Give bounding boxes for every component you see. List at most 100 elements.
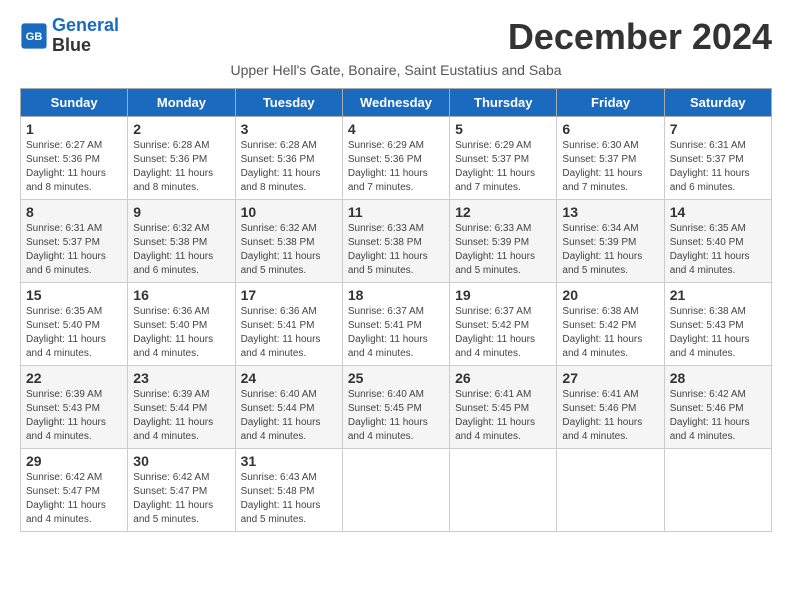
calendar-cell: 4Sunrise: 6:29 AMSunset: 5:36 PMDaylight… — [342, 117, 449, 200]
day-number: 14 — [670, 204, 766, 220]
calendar-cell: 8 Sunrise: 6:31 AMSunset: 5:37 PMDaylight… — [21, 200, 128, 283]
logo-line1: General — [52, 15, 119, 35]
calendar-cell — [557, 449, 664, 532]
calendar-cell — [342, 449, 449, 532]
day-info: Sunrise: 6:29 AMSunset: 5:36 PMDaylight:… — [348, 139, 444, 195]
day-info: Sunrise: 6:40 AMSunset: 5:44 PMDaylight:… — [241, 388, 337, 444]
calendar-cell: 11 Sunrise: 6:33 AMSunset: 5:38 PMDayligh… — [342, 200, 449, 283]
day-number: 9 — [133, 204, 229, 220]
calendar-cell: 26 Sunrise: 6:41 AMSunset: 5:45 PMDayligh… — [450, 366, 557, 449]
day-info: Sunrise: 6:43 AMSunset: 5:48 PMDaylight:… — [241, 471, 337, 527]
weekday-header-thursday: Thursday — [450, 89, 557, 117]
day-number: 10 — [241, 204, 337, 220]
calendar-cell: 15Sunrise: 6:35 AMSunset: 5:40 PMDayligh… — [21, 283, 128, 366]
calendar-cell: 16 Sunrise: 6:36 AMSunset: 5:40 PMDayligh… — [128, 283, 235, 366]
day-number: 20 — [562, 287, 658, 303]
calendar-cell: 7Sunrise: 6:31 AMSunset: 5:37 PMDaylight… — [664, 117, 771, 200]
day-info: Sunrise: 6:33 AMSunset: 5:39 PMDaylight:… — [455, 222, 551, 278]
calendar-cell: 24 Sunrise: 6:40 AMSunset: 5:44 PMDayligh… — [235, 366, 342, 449]
calendar-cell: 12 Sunrise: 6:33 AMSunset: 5:39 PMDayligh… — [450, 200, 557, 283]
calendar-cell: 25 Sunrise: 6:40 AMSunset: 5:45 PMDayligh… — [342, 366, 449, 449]
day-number: 29 — [26, 453, 122, 469]
calendar-cell: 21 Sunrise: 6:38 AMSunset: 5:43 PMDayligh… — [664, 283, 771, 366]
calendar-cell: 2Sunrise: 6:28 AMSunset: 5:36 PMDaylight… — [128, 117, 235, 200]
day-info: Sunrise: 6:37 AMSunset: 5:42 PMDaylight:… — [455, 305, 551, 361]
calendar-table: SundayMondayTuesdayWednesdayThursdayFrid… — [20, 88, 772, 532]
logo: GB General Blue — [20, 16, 119, 56]
page-container: GB General Blue December 2024 Upper Hell… — [0, 0, 792, 548]
day-info: Sunrise: 6:38 AMSunset: 5:42 PMDaylight:… — [562, 305, 658, 361]
calendar-cell: 18Sunrise: 6:37 AMSunset: 5:41 PMDayligh… — [342, 283, 449, 366]
day-info: Sunrise: 6:28 AMSunset: 5:36 PMDaylight:… — [133, 139, 229, 195]
day-info: Sunrise: 6:31 AMSunset: 5:37 PMDaylight:… — [26, 222, 122, 278]
calendar-cell: 3Sunrise: 6:28 AMSunset: 5:36 PMDaylight… — [235, 117, 342, 200]
day-info: Sunrise: 6:33 AMSunset: 5:38 PMDaylight:… — [348, 222, 444, 278]
day-info: Sunrise: 6:27 AMSunset: 5:36 PMDaylight:… — [26, 139, 122, 195]
calendar-cell: 27Sunrise: 6:41 AMSunset: 5:46 PMDayligh… — [557, 366, 664, 449]
logo-line2: Blue — [52, 36, 119, 56]
weekday-header-row: SundayMondayTuesdayWednesdayThursdayFrid… — [21, 89, 772, 117]
calendar-cell: 20 Sunrise: 6:38 AMSunset: 5:42 PMDayligh… — [557, 283, 664, 366]
day-number: 21 — [670, 287, 766, 303]
calendar-week-4: 22 Sunrise: 6:39 AMSunset: 5:43 PMDayligh… — [21, 366, 772, 449]
day-info: Sunrise: 6:40 AMSunset: 5:45 PMDaylight:… — [348, 388, 444, 444]
calendar-cell — [664, 449, 771, 532]
day-number: 24 — [241, 370, 337, 386]
day-number: 15 — [26, 287, 122, 303]
day-number: 13 — [562, 204, 658, 220]
weekday-header-sunday: Sunday — [21, 89, 128, 117]
day-number: 19 — [455, 287, 551, 303]
day-info: Sunrise: 6:30 AMSunset: 5:37 PMDaylight:… — [562, 139, 658, 195]
calendar-cell: 10Sunrise: 6:32 AMSunset: 5:38 PMDayligh… — [235, 200, 342, 283]
calendar-cell: 13Sunrise: 6:34 AMSunset: 5:39 PMDayligh… — [557, 200, 664, 283]
day-info: Sunrise: 6:41 AMSunset: 5:46 PMDaylight:… — [562, 388, 658, 444]
day-number: 1 — [26, 121, 122, 137]
day-number: 12 — [455, 204, 551, 220]
day-info: Sunrise: 6:42 AMSunset: 5:47 PMDaylight:… — [26, 471, 122, 527]
day-number: 5 — [455, 121, 551, 137]
weekday-header-tuesday: Tuesday — [235, 89, 342, 117]
day-info: Sunrise: 6:36 AMSunset: 5:41 PMDaylight:… — [241, 305, 337, 361]
weekday-header-saturday: Saturday — [664, 89, 771, 117]
day-number: 31 — [241, 453, 337, 469]
day-info: Sunrise: 6:38 AMSunset: 5:43 PMDaylight:… — [670, 305, 766, 361]
day-number: 18 — [348, 287, 444, 303]
calendar-cell: 29 Sunrise: 6:42 AMSunset: 5:47 PMDayligh… — [21, 449, 128, 532]
calendar-cell: 14 Sunrise: 6:35 AMSunset: 5:40 PMDayligh… — [664, 200, 771, 283]
calendar-cell: 9Sunrise: 6:32 AMSunset: 5:38 PMDaylight… — [128, 200, 235, 283]
logo-text: General Blue — [52, 16, 119, 56]
calendar-week-5: 29 Sunrise: 6:42 AMSunset: 5:47 PMDayligh… — [21, 449, 772, 532]
day-number: 26 — [455, 370, 551, 386]
weekday-header-wednesday: Wednesday — [342, 89, 449, 117]
day-number: 7 — [670, 121, 766, 137]
day-number: 22 — [26, 370, 122, 386]
day-number: 25 — [348, 370, 444, 386]
day-number: 3 — [241, 121, 337, 137]
calendar-cell: 17 Sunrise: 6:36 AMSunset: 5:41 PMDayligh… — [235, 283, 342, 366]
day-number: 11 — [348, 204, 444, 220]
day-info: Sunrise: 6:39 AMSunset: 5:44 PMDaylight:… — [133, 388, 229, 444]
calendar-cell: 19 Sunrise: 6:37 AMSunset: 5:42 PMDayligh… — [450, 283, 557, 366]
page-title: December 2024 — [508, 16, 772, 58]
calendar-cell — [450, 449, 557, 532]
calendar-week-3: 15Sunrise: 6:35 AMSunset: 5:40 PMDayligh… — [21, 283, 772, 366]
calendar-cell: 28Sunrise: 6:42 AMSunset: 5:46 PMDayligh… — [664, 366, 771, 449]
day-number: 23 — [133, 370, 229, 386]
day-number: 28 — [670, 370, 766, 386]
calendar-cell: 23 Sunrise: 6:39 AMSunset: 5:44 PMDayligh… — [128, 366, 235, 449]
day-info: Sunrise: 6:29 AMSunset: 5:37 PMDaylight:… — [455, 139, 551, 195]
day-number: 6 — [562, 121, 658, 137]
day-number: 8 — [26, 204, 122, 220]
day-info: Sunrise: 6:39 AMSunset: 5:43 PMDaylight:… — [26, 388, 122, 444]
day-info: Sunrise: 6:41 AMSunset: 5:45 PMDaylight:… — [455, 388, 551, 444]
day-info: Sunrise: 6:42 AMSunset: 5:47 PMDaylight:… — [133, 471, 229, 527]
day-number: 17 — [241, 287, 337, 303]
day-info: Sunrise: 6:36 AMSunset: 5:40 PMDaylight:… — [133, 305, 229, 361]
calendar-cell: 30Sunrise: 6:42 AMSunset: 5:47 PMDayligh… — [128, 449, 235, 532]
page-subtitle: Upper Hell's Gate, Bonaire, Saint Eustat… — [20, 62, 772, 78]
calendar-cell: 31 Sunrise: 6:43 AMSunset: 5:48 PMDayligh… — [235, 449, 342, 532]
calendar-cell: 22 Sunrise: 6:39 AMSunset: 5:43 PMDayligh… — [21, 366, 128, 449]
page-header: GB General Blue December 2024 — [20, 16, 772, 58]
day-number: 16 — [133, 287, 229, 303]
day-info: Sunrise: 6:35 AMSunset: 5:40 PMDaylight:… — [670, 222, 766, 278]
